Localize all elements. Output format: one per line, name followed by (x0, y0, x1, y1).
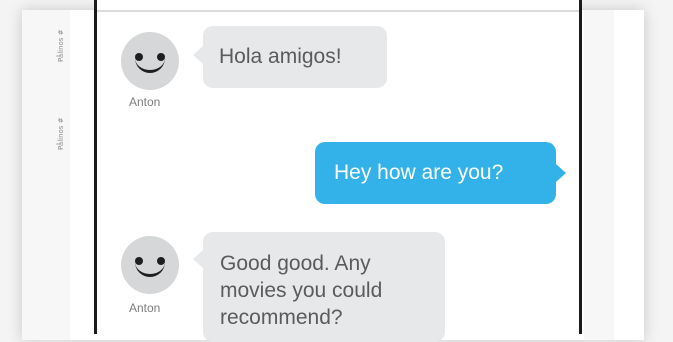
bubble-tail (556, 164, 566, 182)
smiley-avatar-icon[interactable] (121, 32, 179, 90)
bubble-tail (193, 250, 203, 268)
message-bubble-incoming[interactable]: Hola amigos! (203, 26, 387, 88)
phone-device: Anton Hola amigos! Hey how are you? Anto… (94, 0, 582, 342)
message-line: movies you could (220, 279, 383, 302)
message-bubble-outgoing[interactable]: Hey how are you? (315, 142, 556, 204)
header-divider (97, 10, 579, 12)
side-label-2: Pålinos # (57, 117, 65, 150)
bubble-tail (193, 46, 203, 64)
sender-name: Anton (129, 301, 161, 315)
avatar-mouth (135, 258, 165, 277)
right-panel-strip (584, 10, 614, 340)
sender-name: Anton (129, 95, 161, 109)
message-bubble-incoming[interactable]: Good good. Any movies you could recommen… (203, 232, 445, 342)
avatar-mouth (135, 54, 165, 73)
smiley-avatar-icon[interactable] (121, 236, 179, 294)
message-line: Good good. Any (220, 252, 371, 275)
message-line: recommend? (220, 306, 343, 329)
side-label-1: Pålinos # (57, 29, 65, 62)
